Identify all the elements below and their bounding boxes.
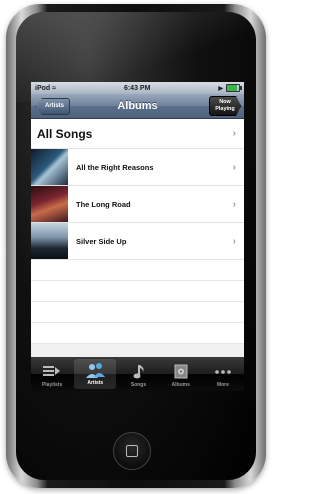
tab-label: Albums (171, 382, 190, 388)
album-name: The Long Road (76, 199, 131, 209)
navigation-bar: Artists Albums Now Playing (31, 94, 244, 119)
now-playing-line1: Now (219, 99, 231, 105)
albums-icon (173, 363, 189, 381)
chevron-right-icon: › (232, 161, 236, 173)
carrier-label: iPod (35, 84, 51, 92)
tab-songs[interactable]: Songs (117, 357, 159, 391)
home-button[interactable] (113, 432, 151, 470)
album-list: All Songs › All the Right Reasons › The … (31, 119, 244, 344)
battery-icon (225, 84, 242, 92)
empty-row (31, 260, 244, 281)
playlists-icon (43, 363, 61, 381)
status-bar: iPod ≈ 6:43 PM ▶ (31, 82, 244, 94)
tab-bar: Playlists Artists Songs Albums More (31, 357, 244, 391)
album-name: All the Right Reasons (76, 162, 154, 172)
empty-row (31, 302, 244, 323)
screen: iPod ≈ 6:43 PM ▶ Artists Albums Now Play… (31, 82, 244, 391)
list-item[interactable]: The Long Road › (31, 186, 244, 223)
back-button[interactable]: Artists (35, 98, 71, 115)
album-cover (31, 149, 68, 185)
tab-label: Songs (130, 382, 147, 388)
now-playing-line2: Playing (215, 106, 235, 112)
list-item[interactable]: Silver Side Up › (31, 223, 244, 260)
tab-albums[interactable]: Albums (160, 357, 202, 391)
tab-more[interactable]: More (202, 357, 244, 391)
clock: 6:43 PM (123, 84, 151, 92)
chevron-right-icon: › (232, 128, 236, 139)
list-item[interactable]: All the Right Reasons › (31, 149, 244, 186)
page-title: Albums (117, 100, 158, 112)
chevron-right-icon: › (232, 235, 236, 247)
artists-icon (85, 361, 106, 379)
more-icon (215, 363, 231, 381)
home-square-icon (126, 445, 138, 457)
album-name: Silver Side Up (76, 236, 127, 246)
empty-row (31, 323, 244, 344)
songs-icon (133, 363, 145, 381)
empty-row (31, 281, 244, 302)
all-songs-label: All Songs (37, 126, 93, 141)
tab-label: More (216, 382, 229, 388)
tab-artists[interactable]: Artists (74, 359, 117, 389)
play-indicator-icon: ▶ (218, 85, 223, 92)
album-cover (31, 186, 68, 222)
all-songs-row[interactable]: All Songs › (31, 119, 244, 149)
tab-label: Artists (87, 380, 104, 386)
wifi-icon: ≈ (52, 84, 57, 92)
tab-playlists[interactable]: Playlists (31, 357, 73, 391)
battery-level (226, 85, 238, 91)
album-cover (31, 223, 68, 259)
tab-label: Playlists (41, 382, 63, 388)
now-playing-button[interactable]: Now Playing (209, 96, 241, 116)
chevron-right-icon: › (232, 198, 236, 210)
